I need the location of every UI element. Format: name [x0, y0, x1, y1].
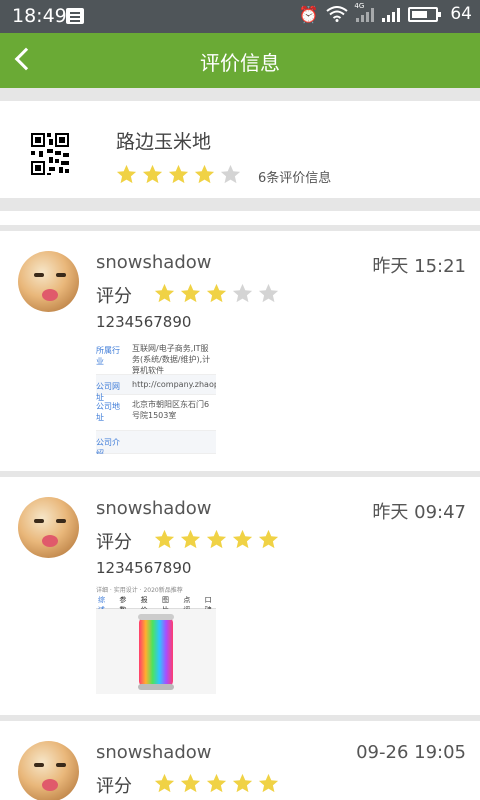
image-tab: 报价 — [140, 596, 148, 614]
info-key: 所属行业 — [96, 346, 120, 366]
info-value: 互联网/电子商务,IT服务(系统/数据/维护),计算机软件 — [132, 344, 211, 375]
alarm-icon: ⏰ — [298, 4, 319, 24]
info-row: 公司介绍 — [96, 431, 216, 454]
status-bar: 18:49 ⏰ 4G 64 — [0, 0, 480, 33]
qr-code-icon — [22, 129, 78, 179]
divider — [0, 88, 480, 101]
image-crumb: 详细 · 实用设计 · 2020新品推荐 — [96, 587, 183, 594]
page-title: 评价信息 — [200, 51, 280, 75]
star-filled-icon — [231, 528, 254, 551]
shop-rating — [115, 163, 242, 186]
image-tab: 图片 — [161, 596, 169, 614]
info-row: 所属行业 互联网/电子商务,IT服务(系统/数据/维护),计算机软件 — [96, 339, 216, 375]
info-row: 公司网址 http://company.zhaopin — [96, 375, 216, 402]
image-tab: 参数 — [119, 596, 127, 614]
review-item[interactable]: snowshadow 09-26 19:05 评分 — [0, 721, 480, 800]
review-username: snowshadow — [96, 252, 212, 273]
review-item[interactable]: snowshadow 昨天 09:47 评分 1234567890 详细 · 实… — [0, 477, 480, 715]
star-filled-icon — [115, 163, 138, 186]
signal-icon — [382, 6, 401, 22]
divider — [0, 198, 480, 211]
review-item[interactable]: snowshadow 昨天 15:21 评分 1234567890 所属行业 互… — [0, 231, 480, 471]
notification-icon — [66, 8, 84, 24]
review-username: snowshadow — [96, 498, 212, 519]
review-rating — [153, 772, 280, 795]
star-filled-icon — [179, 528, 202, 551]
star-filled-icon — [153, 282, 176, 305]
battery-icon — [408, 6, 442, 22]
status-icons: ⏰ 4G 64 — [298, 2, 472, 24]
avatar[interactable] — [18, 251, 79, 312]
star-empty-icon — [257, 282, 280, 305]
wifi-icon — [326, 6, 348, 22]
info-row: 公司地址 北京市朝阳区东石门6号院1503室 — [96, 395, 216, 431]
star-filled-icon — [205, 528, 228, 551]
info-key: 公司地址 — [96, 402, 120, 422]
star-filled-icon — [205, 772, 228, 795]
score-label: 评分 — [96, 532, 132, 553]
star-filled-icon — [193, 163, 216, 186]
app-header: 评价信息 — [0, 33, 480, 88]
star-filled-icon — [179, 772, 202, 795]
star-filled-icon — [257, 528, 280, 551]
star-filled-icon — [257, 772, 280, 795]
score-label: 评分 — [96, 776, 132, 797]
star-filled-icon — [179, 282, 202, 305]
shop-name: 路边玉米地 — [116, 131, 212, 153]
review-count: 6条评价信息 — [258, 171, 332, 186]
status-time: 18:49 — [12, 5, 67, 27]
review-text: 1234567890 — [96, 559, 192, 577]
image-tabs: 综述 参数 报价 图片 点评 口碑 — [96, 595, 216, 614]
info-value: http://company.zhaopin — [132, 380, 216, 389]
review-image[interactable]: 详细 · 实用设计 · 2020新品推荐 综述 参数 报价 图片 点评 口碑 — [96, 585, 216, 700]
review-time: 昨天 09:47 — [372, 502, 466, 523]
review-rating — [153, 282, 280, 305]
star-filled-icon — [153, 528, 176, 551]
star-empty-icon — [231, 282, 254, 305]
star-filled-icon — [141, 163, 164, 186]
speaker-image — [138, 614, 174, 690]
info-value: 北京市朝阳区东石门6号院1503室 — [132, 400, 210, 420]
avatar[interactable] — [18, 497, 79, 558]
avatar[interactable] — [18, 741, 79, 800]
star-filled-icon — [167, 163, 190, 186]
info-key: 公司介绍 — [96, 438, 120, 454]
image-tab: 综述 — [98, 596, 105, 614]
star-filled-icon — [231, 772, 254, 795]
review-username: snowshadow — [96, 742, 212, 763]
star-empty-icon — [219, 163, 242, 186]
review-rating — [153, 528, 280, 551]
review-text: 1234567890 — [96, 313, 192, 331]
review-image[interactable]: 所属行业 互联网/电子商务,IT服务(系统/数据/维护),计算机软件 公司网址 … — [96, 339, 216, 454]
star-filled-icon — [153, 772, 176, 795]
review-time: 09-26 19:05 — [356, 742, 466, 763]
shop-summary: 路边玉米地 6条评价信息 — [0, 101, 480, 198]
score-label: 评分 — [96, 286, 132, 307]
star-filled-icon — [205, 282, 228, 305]
product-photo — [96, 609, 216, 694]
signal-icon: 4G — [354, 2, 375, 22]
network-type: 4G — [354, 2, 365, 10]
image-tab: 口碑 — [204, 596, 212, 614]
review-time: 昨天 15:21 — [372, 256, 466, 277]
image-tab: 点评 — [183, 596, 191, 614]
battery-level: 64 — [450, 4, 472, 24]
